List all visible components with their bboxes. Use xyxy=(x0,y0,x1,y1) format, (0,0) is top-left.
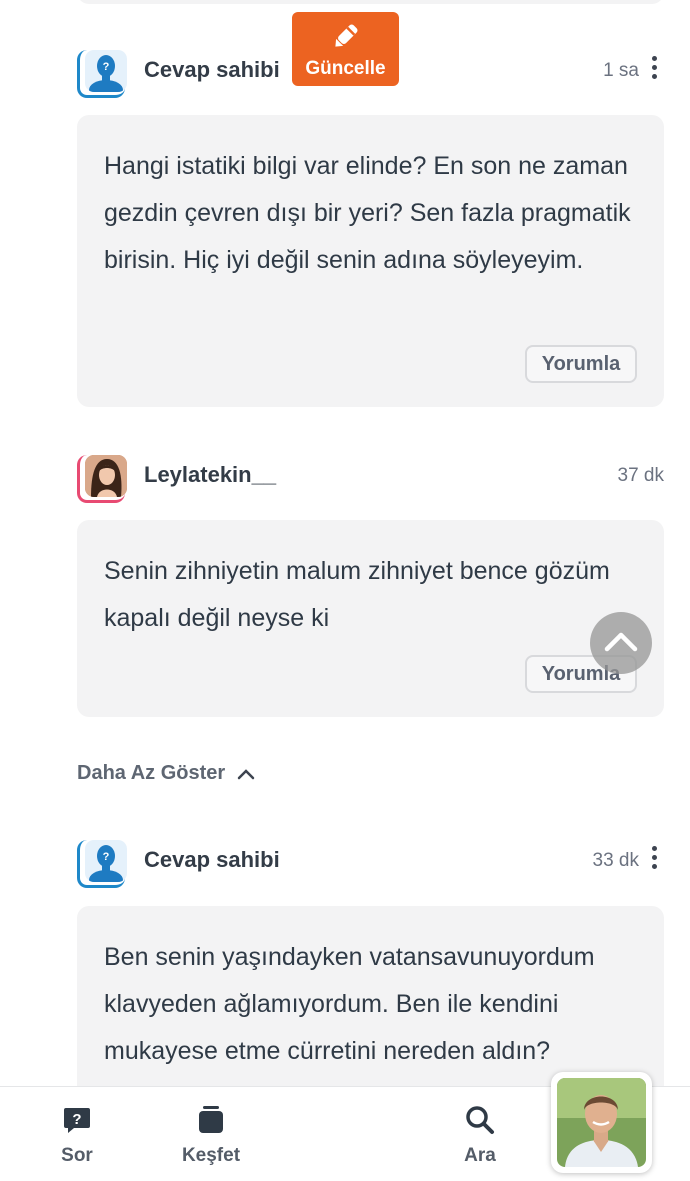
profile-photo-icon xyxy=(557,1078,646,1167)
nav-explore[interactable]: Keşfet xyxy=(171,1087,251,1181)
author-name[interactable]: Cevap sahibi xyxy=(144,57,280,83)
comment-bubble: Hangi istatiki bilgi var elinde? En son … xyxy=(77,115,664,407)
nav-ask-label: Sor xyxy=(61,1145,93,1166)
chevron-up-icon xyxy=(237,768,254,779)
svg-text:?: ? xyxy=(72,1111,81,1128)
show-less-link[interactable]: Daha Az Göster xyxy=(77,762,255,785)
comment-text: Ben senin yaşındayken vatansavunuyordum … xyxy=(104,943,595,1065)
nav-update-label: Güncelle xyxy=(305,58,386,79)
comment-header: Leylatekin__ 37 dk xyxy=(77,455,667,505)
nav-explore-label: Keşfet xyxy=(181,1145,241,1166)
avatar[interactable]: ? xyxy=(77,840,127,888)
svg-text:?: ? xyxy=(103,851,110,863)
search-icon xyxy=(466,1106,494,1134)
more-options-icon[interactable] xyxy=(649,56,659,82)
avatar[interactable] xyxy=(77,455,127,503)
comment-bubble: Senin zihniyetin malum zihniyet bence gö… xyxy=(77,520,664,717)
nav-search[interactable]: Ara xyxy=(440,1087,520,1181)
comment-header: ? Cevap sahibi 33 dk xyxy=(77,840,667,890)
more-options-icon[interactable] xyxy=(649,846,659,872)
show-less-label: Daha Az Göster xyxy=(77,762,226,784)
nav-search-label: Ara xyxy=(464,1145,496,1166)
question-bubble-icon: ? xyxy=(64,1108,90,1133)
profile-avatar-button[interactable] xyxy=(551,1072,652,1173)
author-name[interactable]: Cevap sahibi xyxy=(144,847,280,873)
user-photo-icon xyxy=(85,455,127,497)
scroll-to-top-button[interactable] xyxy=(590,612,652,674)
comment-text: Hangi istatiki bilgi var elinde? En son … xyxy=(104,152,631,274)
nav-update[interactable]: Güncelle xyxy=(292,12,399,86)
comment-time: 33 dk xyxy=(592,850,639,871)
comment-text: Senin zihniyetin malum zihniyet bence gö… xyxy=(104,557,610,632)
previous-comment-bubble-edge xyxy=(77,0,664,4)
anonymous-user-icon: ? xyxy=(89,55,123,92)
nav-ask[interactable]: ? Sor xyxy=(37,1087,117,1181)
cards-stack-icon xyxy=(199,1106,223,1133)
comment-time: 37 dk xyxy=(617,465,664,486)
svg-text:?: ? xyxy=(103,61,110,73)
author-name[interactable]: Leylatekin__ xyxy=(144,462,276,488)
comment-time: 1 sa xyxy=(603,60,639,81)
anonymous-user-icon: ? xyxy=(89,845,123,882)
avatar[interactable]: ? xyxy=(77,50,127,98)
pencil-icon xyxy=(334,24,357,47)
reply-button[interactable]: Yorumla xyxy=(525,345,637,383)
chevron-up-icon xyxy=(604,632,638,652)
